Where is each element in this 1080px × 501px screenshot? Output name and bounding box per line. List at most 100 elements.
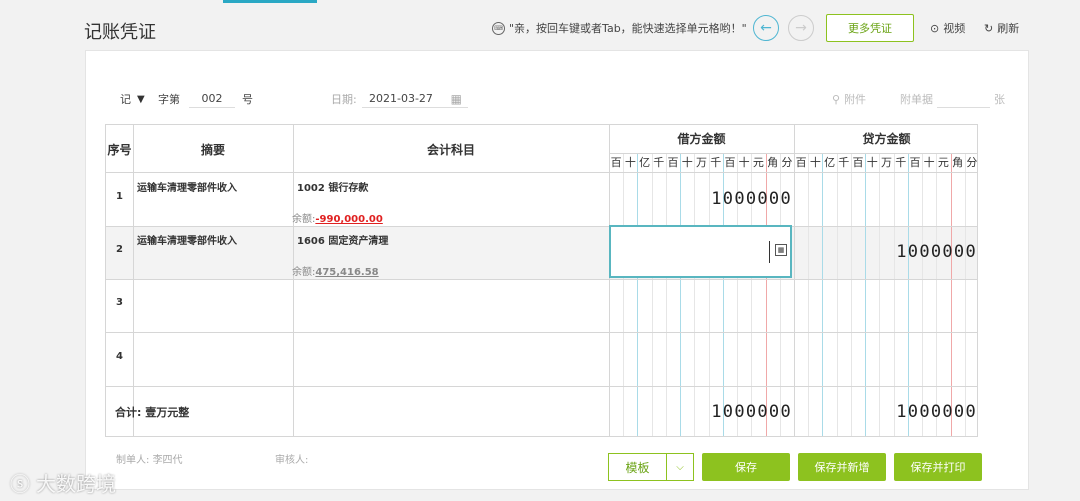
account-cell[interactable]: 1606 固定资产清理 <box>297 232 388 247</box>
attach-count-unit: 张 <box>994 93 1005 106</box>
digit-column-header: 百 <box>909 156 921 169</box>
digit-column-header: 千 <box>895 156 907 169</box>
refresh-icon: ↻ <box>984 21 994 35</box>
calculator-icon[interactable]: ▦ <box>775 244 787 256</box>
balance-label: 余额: <box>292 214 316 225</box>
calendar-icon[interactable]: ▦ <box>451 92 462 106</box>
total-label: 合计: 壹万元整 <box>115 404 189 420</box>
voucher-type-value: 记 <box>120 93 131 106</box>
total-in-words: 壹万元整 <box>145 406 190 419</box>
digit-column-header: 十 <box>809 156 821 169</box>
attach-count-label: 附单据 <box>900 93 933 106</box>
watermark-text: 大数跨境 <box>36 472 116 496</box>
digit-column-header: 分 <box>781 156 793 169</box>
digit-divider <box>865 153 867 436</box>
digit-column-header: 千 <box>653 156 665 169</box>
attachment-label: 附件 <box>844 93 867 106</box>
digit-divider <box>808 153 810 436</box>
summary-cell[interactable]: 运输车清理零部件收入 <box>137 232 237 247</box>
template-button[interactable]: 模板 <box>609 454 667 480</box>
watermark: ⓢ 大数跨境 <box>10 468 116 497</box>
prev-voucher-button[interactable]: ← <box>753 15 779 41</box>
digit-column-header: 千 <box>710 156 722 169</box>
digit-column-header: 十 <box>738 156 750 169</box>
balance-value: 475,416.58 <box>315 267 379 278</box>
keyboard-tip-text: "亲，按回车键或者Tab，能快速选择单元格哟！" <box>509 22 747 35</box>
header-debit: 借方金额 <box>677 132 726 146</box>
digit-column-header: 百 <box>610 156 622 169</box>
summary-cell[interactable]: 运输车清理零部件收入 <box>137 179 237 194</box>
digit-column-header: 百 <box>724 156 736 169</box>
voucher-number-input[interactable]: 002 <box>189 90 235 108</box>
digit-divider <box>879 153 881 436</box>
account-cell[interactable]: 1002 银行存款 <box>297 179 368 194</box>
attach-count-input[interactable] <box>937 90 990 108</box>
keyboard-icon: ⌨ <box>492 21 505 35</box>
balance-text: 余额:-990,000.00 <box>292 210 383 225</box>
digit-column-header: 百 <box>667 156 679 169</box>
credit-amount[interactable]: 1000000 <box>794 242 977 262</box>
header-summary: 摘要 <box>200 143 225 157</box>
digit-column-header: 十 <box>681 156 693 169</box>
save-and-new-button[interactable]: 保存并新增 <box>798 453 886 481</box>
next-voucher-button[interactable]: → <box>788 15 814 41</box>
header-account: 会计科目 <box>426 143 475 157</box>
row-number: 4 <box>116 351 123 362</box>
chevron-down-icon[interactable]: ⌵ <box>667 454 693 480</box>
reviewer-label: 审核人: <box>275 455 309 466</box>
balance-value: -990,000.00 <box>315 214 383 225</box>
attachment-link[interactable]: ⚲ 附件 <box>832 90 866 108</box>
digit-column-header: 角 <box>767 156 779 169</box>
digit-divider <box>936 153 938 436</box>
row-divider <box>106 226 977 227</box>
total-label-text: 合计: <box>115 406 142 419</box>
digit-column-header: 百 <box>795 156 807 169</box>
digit-divider <box>922 153 924 436</box>
balance-label: 余额: <box>292 267 316 278</box>
template-dropdown[interactable]: 模板 ⌵ <box>608 453 694 481</box>
header-no: 序号 <box>107 143 132 157</box>
arrow-left-icon: ← <box>760 20 772 36</box>
total-credit: 1000000 <box>896 402 977 422</box>
total-debit: 1000000 <box>711 402 792 422</box>
digit-divider <box>893 153 895 436</box>
paperclip-icon: ⚲ <box>832 92 841 106</box>
voucher-type-select[interactable]: 记 ▼ <box>120 90 145 108</box>
refresh-label: 刷新 <box>997 22 1020 35</box>
digit-column-header: 元 <box>937 156 949 169</box>
more-vouchers-button[interactable]: 更多凭证 <box>826 14 914 42</box>
voucher-table: 序号 摘要 会计科目 借方金额 贷方金额 百十亿千百十万千百十元角分百十亿千百十… <box>105 124 978 437</box>
row-divider <box>106 172 977 173</box>
row-divider <box>106 279 977 280</box>
row-divider <box>106 332 977 333</box>
save-button[interactable]: 保存 <box>702 453 790 481</box>
caret-down-icon: ▼ <box>137 93 145 105</box>
digit-column-header: 千 <box>838 156 850 169</box>
row-number: 2 <box>116 244 123 255</box>
digit-divider <box>850 153 852 436</box>
row-divider <box>106 386 977 387</box>
page-header: 记账凭证 ⌨ "亲，按回车键或者Tab，能快速选择单元格哟！" ← → 更多凭证… <box>0 0 1080 50</box>
digit-column-header: 分 <box>966 156 978 169</box>
text-cursor <box>769 241 770 263</box>
save-and-print-button[interactable]: 保存并打印 <box>894 453 982 481</box>
video-link[interactable]: ⊙ 视频 <box>930 20 965 36</box>
balance-text: 余额:475,416.58 <box>292 263 379 278</box>
debit-amount[interactable]: 1000000 <box>609 189 792 209</box>
digit-column-header: 十 <box>624 156 636 169</box>
digit-column-header: 角 <box>952 156 964 169</box>
row-number: 3 <box>116 297 123 308</box>
digit-column-header: 十 <box>866 156 878 169</box>
maker-name: 李四代 <box>152 455 183 466</box>
digit-column-header: 万 <box>695 156 707 169</box>
digit-divider <box>907 153 909 436</box>
digit-divider <box>964 153 966 436</box>
debit-amount-input-active[interactable]: ▦ <box>609 225 792 278</box>
digit-column-header: 百 <box>852 156 864 169</box>
digit-column-header: 亿 <box>824 156 836 169</box>
date-input[interactable]: 2021-03-27 ▦ <box>362 90 468 108</box>
digit-column-header: 亿 <box>639 156 651 169</box>
refresh-link[interactable]: ↻ 刷新 <box>984 20 1019 36</box>
header-credit: 贷方金额 <box>862 132 911 146</box>
arrow-right-icon: → <box>795 20 807 36</box>
